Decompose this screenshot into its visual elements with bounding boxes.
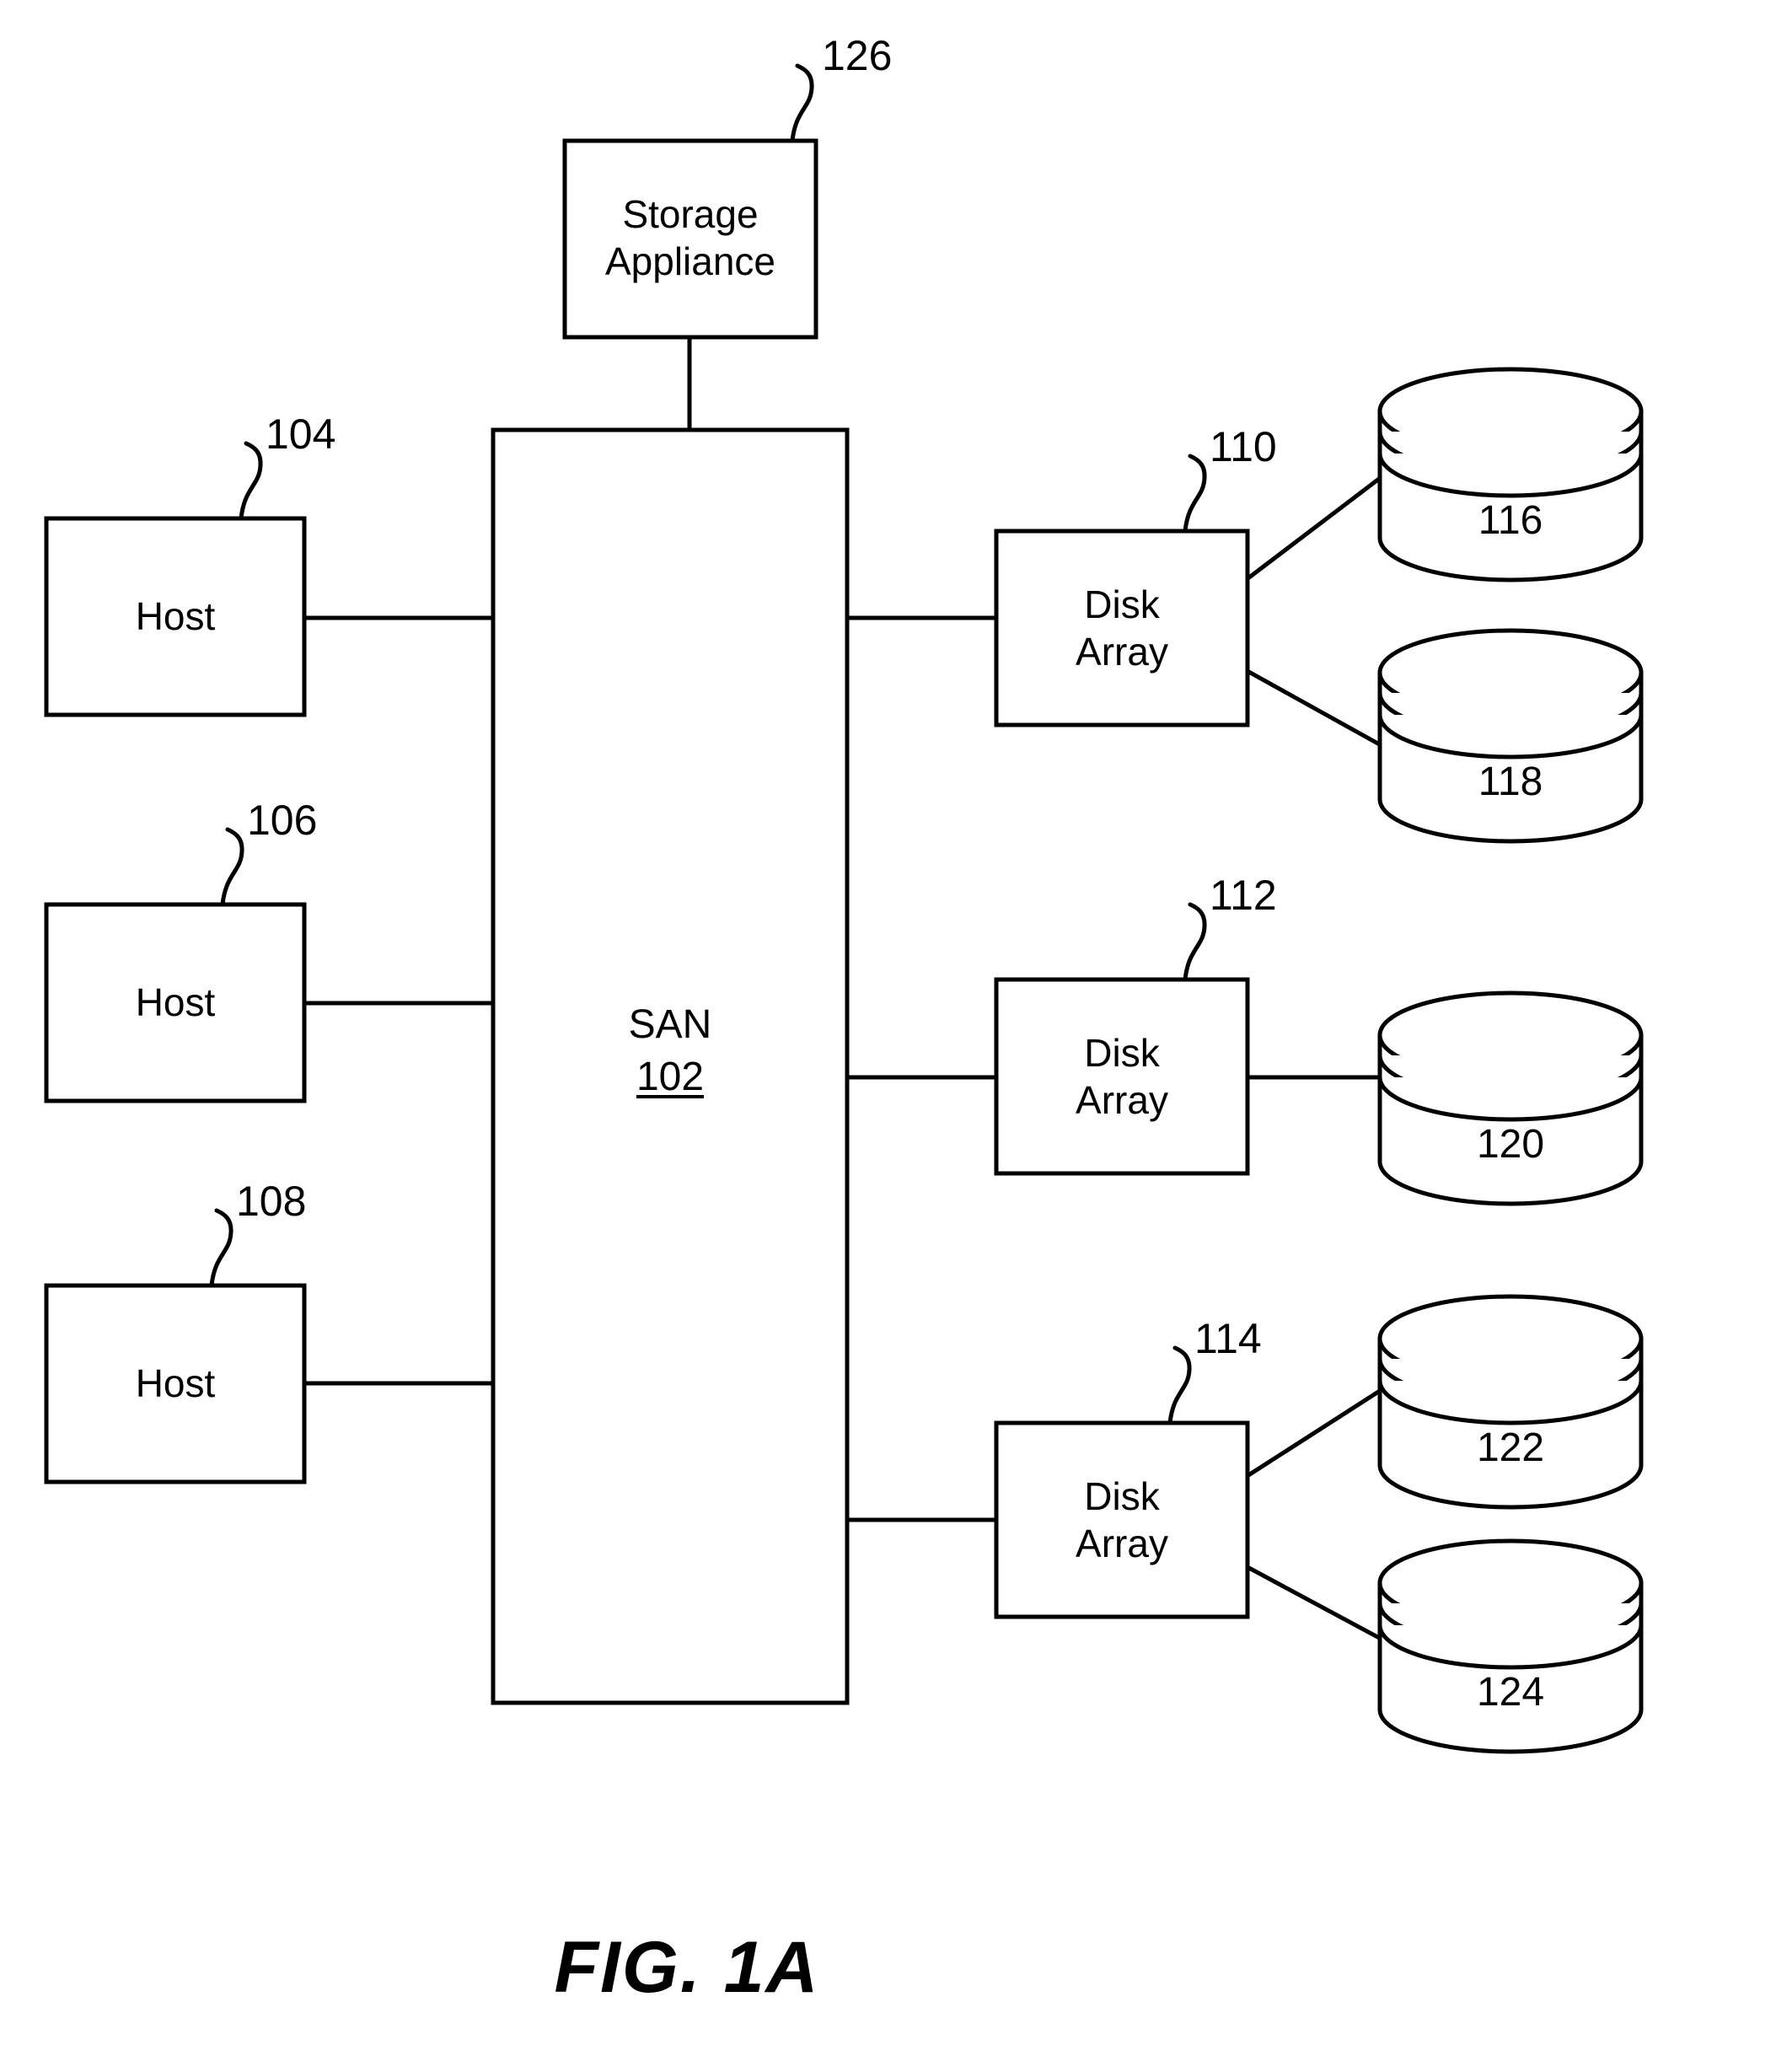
leader-line-112 [1183,902,1207,982]
reference-numeral-108: 108 [236,1178,307,1225]
san-label-text: SAN [628,1002,712,1047]
disk-cylinder-122[interactable] [1377,1294,1644,1510]
disk-118-label: 118 [1478,760,1543,804]
reference-numeral-112: 112 [1210,872,1277,919]
reference-numeral-114: 114 [1194,1315,1262,1362]
reference-numeral-106: 106 [247,797,318,844]
connector-array110-to-disk118 [1242,667,1386,749]
leader-line-104 [239,441,263,521]
disk-116-label: 116 [1478,498,1543,543]
host-108-box[interactable] [44,1283,307,1484]
disk-cylinder-116[interactable] [1377,367,1644,582]
disk-cylinder-120[interactable] [1377,990,1644,1206]
disk-122-label: 122 [1476,1425,1545,1470]
reference-numeral-126: 126 [822,32,893,79]
reference-numeral-110: 110 [1210,423,1277,470]
disk-120-label: 120 [1476,1122,1545,1167]
connector-array110-to-disk116 [1242,473,1386,583]
leader-line-106 [220,827,244,907]
san-reference-numeral: 102 [636,1055,705,1099]
disk-array-114-box[interactable] [994,1420,1250,1619]
figure-caption: FIG. 1A [554,1927,820,2008]
patent-figure-1a: Storage Appliance 126 SAN 102 Host 104 H… [0,0,1776,2072]
san-label-block: SAN 102 [493,999,847,1103]
figure-drawing-canvas [44,63,1644,1754]
disk-cylinder-124[interactable] [1377,1538,1644,1754]
leader-line-108 [209,1208,233,1288]
host-104-box[interactable] [44,516,307,717]
storage-appliance-box[interactable] [562,138,818,340]
leader-line-126 [790,63,814,143]
connector-array114-to-disk122 [1242,1386,1386,1480]
reference-numeral-104: 104 [266,411,336,458]
connector-array114-to-disk124 [1242,1563,1386,1643]
leader-line-110 [1183,454,1207,534]
disk-array-110-box[interactable] [994,529,1250,727]
leader-line-114 [1167,1345,1192,1425]
host-106-box[interactable] [44,902,307,1103]
disk-cylinder-118[interactable] [1377,628,1644,844]
disk-array-112-box[interactable] [994,977,1250,1176]
disk-124-label: 124 [1476,1670,1545,1715]
